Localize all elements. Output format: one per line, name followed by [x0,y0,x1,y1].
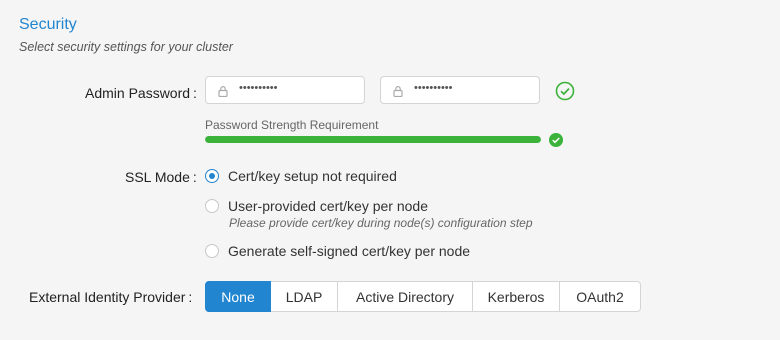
ssl-option-user-provided[interactable]: User-provided cert/key per node [205,198,428,214]
confirm-password-value: •••••••••• [414,82,453,94]
lock-icon [392,84,404,98]
admin-password-field[interactable]: •••••••••• [205,76,365,104]
password-strength-fill [205,136,541,143]
password-strength-bar [205,136,541,143]
provider-none-button[interactable]: None [205,281,271,312]
identity-provider-label: External Identity Provider: [29,289,193,305]
provider-ldap-button[interactable]: LDAP [271,281,338,312]
password-strength-label: Password Strength Requirement [205,118,379,132]
confirm-password-field[interactable]: •••••••••• [380,76,540,104]
radio-button[interactable] [205,244,219,258]
check-circle-small-icon [549,133,563,147]
radio-label: Cert/key setup not required [228,168,397,184]
provider-active-directory-button[interactable]: Active Directory [338,281,473,312]
admin-password-label: Admin Password: [85,85,197,101]
ssl-mode-label: SSL Mode: [125,169,197,185]
ssl-option-self-signed[interactable]: Generate self-signed cert/key per node [205,243,470,259]
section-subtitle: Select security settings for your cluste… [19,40,233,54]
section-title: Security [19,16,77,33]
provider-kerberos-button[interactable]: Kerberos [473,281,560,312]
check-circle-icon [555,81,575,101]
radio-label: Generate self-signed cert/key per node [228,243,471,259]
ssl-option-hint: Please provide cert/key during node(s) c… [229,216,533,230]
radio-label: User-provided cert/key per node [228,198,428,214]
admin-password-value: •••••••••• [239,82,278,94]
radio-button[interactable] [205,169,219,183]
provider-oauth2-button[interactable]: OAuth2 [560,281,641,312]
ssl-option-not-required[interactable]: Cert/key setup not required [205,168,397,184]
lock-icon [217,84,229,98]
identity-provider-selector: None LDAP Active Directory Kerberos OAut… [205,281,641,312]
radio-button[interactable] [205,199,219,213]
